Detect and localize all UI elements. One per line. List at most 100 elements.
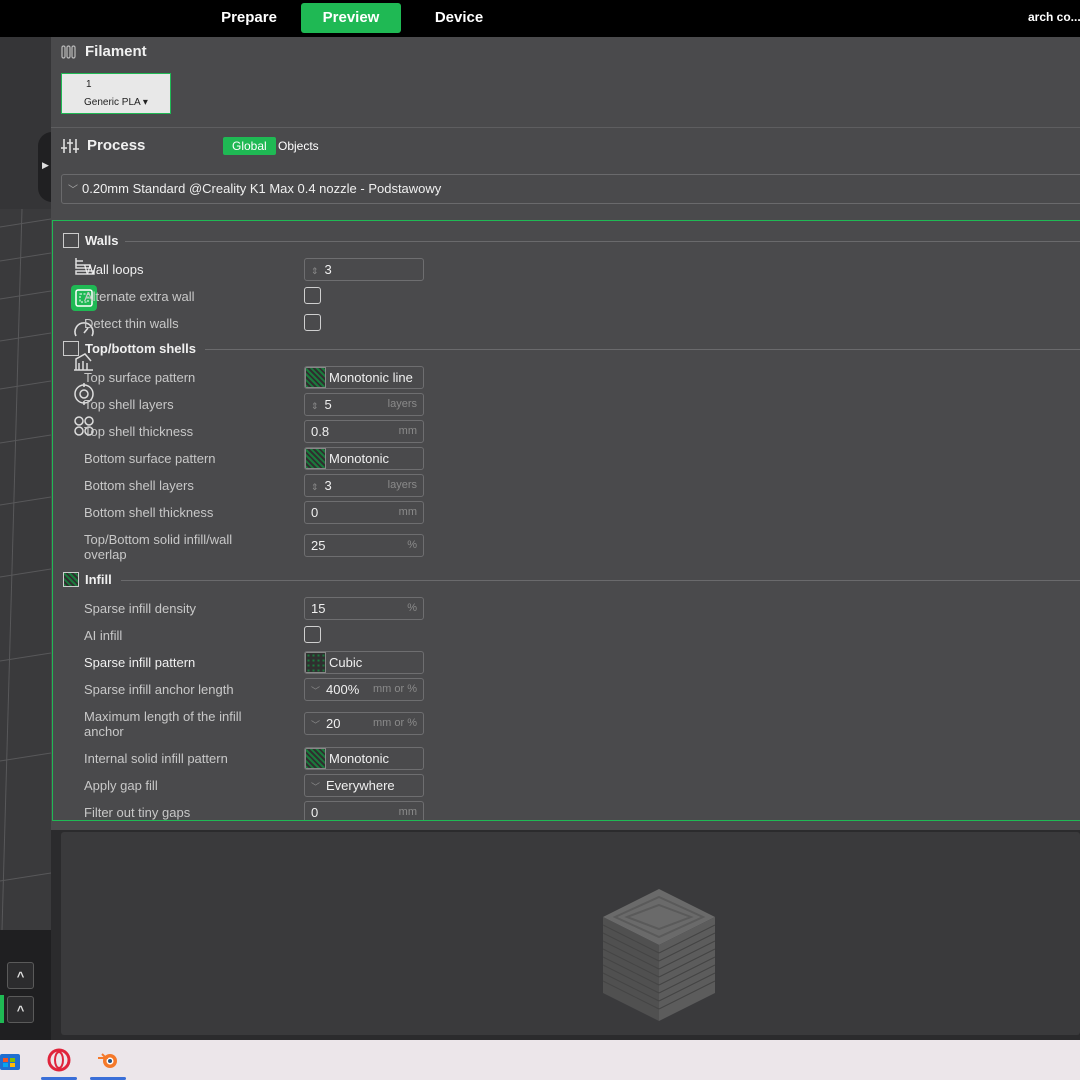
gap-fill-select[interactable]: ﹀ Everywhere [304,774,424,797]
group-divider [121,580,1080,581]
pattern-swatch-icon [305,748,326,769]
toggle-objects[interactable]: Objects [269,137,328,155]
unit-label: mm or % [373,683,417,695]
bottom-shell-thickness-label: Bottom shell thickness [84,505,214,520]
blender-icon[interactable] [96,1048,120,1072]
build-plate-grid [0,209,51,930]
bottom-shell-thickness-value: 0 [311,505,319,520]
gap-fill-value: Everywhere [326,778,395,793]
max-anchor-input[interactable]: ﹀ 20 mm or % [304,712,424,735]
wall-loops-input[interactable]: ⇕ 3 [304,258,424,281]
max-anchor-label-line2: anchor [84,724,124,739]
store-icon[interactable] [0,1048,22,1072]
process-preset-dropdown[interactable]: ﹀ 0.20mm Standard @Creality K1 Max 0.4 no… [61,174,1080,204]
sparse-density-label: Sparse infill density [84,601,196,616]
process-title: Process [87,137,146,154]
tiny-gaps-value: 0 [311,805,319,820]
bottom-shell-thickness-input[interactable]: 0 mm [304,501,424,524]
divider [51,127,1080,128]
internal-solid-pattern-select[interactable]: Monotonic [304,747,424,770]
top-shell-thickness-value: 0.8 [311,424,330,439]
top-shell-layers-input[interactable]: ⇕ 5 layers [304,393,424,416]
search-text[interactable]: arch co... [1028,10,1080,24]
cube-model-thumbnail [602,889,716,1021]
chevron-down-icon: ﹀ [311,782,321,792]
top-surface-pattern-label: Top surface pattern [84,370,196,385]
top-toolbar: Prepare Preview Device arch co... [0,0,1080,37]
unit-label: % [407,539,417,551]
tiny-gaps-input[interactable]: 0 mm [304,801,424,820]
tab-device[interactable]: Device [415,3,503,33]
layer-controls: ^ ^ [0,930,51,1040]
sparse-pattern-select[interactable]: Cubic [304,651,424,674]
filament-title: Filament [85,43,147,60]
layer-up-button-2[interactable]: ^ [7,996,34,1023]
spinner-icon: ⇕ [311,482,319,492]
unit-label: mm or % [373,717,417,729]
sparse-density-input[interactable]: 15% [304,597,424,620]
max-anchor-value: 20 [326,716,341,731]
tab-preview[interactable]: Preview [301,3,401,33]
unit-label: mm [398,425,417,437]
detect-thin-walls-checkbox[interactable] [304,314,321,331]
unit-label: mm [398,806,417,818]
chevron-down-icon: ﹀ [311,686,321,696]
spinner-icon: ⇕ [311,266,319,276]
sparse-pattern-label: Sparse infill pattern [84,655,196,670]
internal-solid-pattern-label: Internal solid infill pattern [84,751,228,766]
3d-viewport[interactable]: ▶ [0,37,51,930]
top-shell-layers-label: Top shell layers [84,397,174,412]
sliders-icon [61,139,79,154]
chevron-down-icon: ﹀ [311,720,321,730]
wall-loops-value: 3 [324,262,332,277]
anchor-length-input[interactable]: ﹀ 400% mm or % [304,678,424,701]
max-anchor-label-line1: Maximum length of the infill [84,709,242,724]
opera-icon[interactable] [47,1048,71,1072]
overlap-label-line1: Top/Bottom solid infill/wall [84,532,233,547]
top-shell-layers-value: 5 [324,397,332,412]
bottom-shell-layers-label: Bottom shell layers [84,478,194,493]
collapse-sidebar-button[interactable]: ▶ [38,132,51,202]
cubic-pattern-icon [305,652,326,673]
alternate-extra-wall-checkbox[interactable] [304,287,321,304]
tab-prepare[interactable]: Prepare [205,3,293,33]
os-taskbar [0,1040,1080,1080]
sparse-density-value: 15 [311,601,326,616]
group-walls-label: Walls [85,233,119,248]
filament-slot-1[interactable]: 1 Generic PLA ▾ [61,73,171,114]
unit-label: layers [387,398,417,410]
unit-label: % [407,602,417,614]
slider-handle[interactable] [0,995,4,1023]
detect-thin-walls-label: Detect thin walls [84,316,179,331]
settings-panel: Filament 1 Generic PLA ▾ Process Global … [51,37,1080,830]
filament-icon [61,45,76,59]
ai-infill-checkbox[interactable] [304,626,321,643]
bottom-surface-pattern-select[interactable]: Monotonic [304,447,424,470]
group-divider [205,349,1080,350]
filament-type-dropdown[interactable]: Generic PLA ▾ [84,97,148,108]
group-top-bottom-label: Top/bottom shells [85,341,196,356]
bottom-shell-layers-input[interactable]: ⇕ 3 layers [304,474,424,497]
top-shell-thickness-input[interactable]: 0.8 mm [304,420,424,443]
overlap-value: 25 [311,538,326,553]
settings-list[interactable]: Walls Wall loops ⇕ 3 Alternate extra wall… [52,220,1080,821]
pattern-swatch-icon [305,367,326,388]
wall-loops-label: Wall loops [84,262,144,277]
bottom-shell-layers-value: 3 [324,478,332,493]
layer-up-button[interactable]: ^ [7,962,34,989]
top-surface-pattern-value: Monotonic line [329,370,413,385]
shells-icon [63,341,79,357]
infill-icon [63,572,79,588]
toggle-global[interactable]: Global [223,137,276,155]
top-surface-pattern-select[interactable]: Monotonic line [304,366,424,389]
process-header: Process [61,137,145,154]
top-shell-thickness-label: Top shell thickness [84,424,194,439]
ai-infill-label: AI infill [84,628,123,643]
overlap-label-line2: overlap [84,547,127,562]
overlap-input[interactable]: 25% [304,534,424,557]
spinner-icon: ⇕ [311,401,319,411]
bottom-surface-pattern-value: Monotonic [329,451,389,466]
alternate-extra-wall-label: Alternate extra wall [84,289,195,304]
model-preview [61,832,1080,1035]
group-top-bottom-shells: Top/bottom shells [63,341,196,357]
